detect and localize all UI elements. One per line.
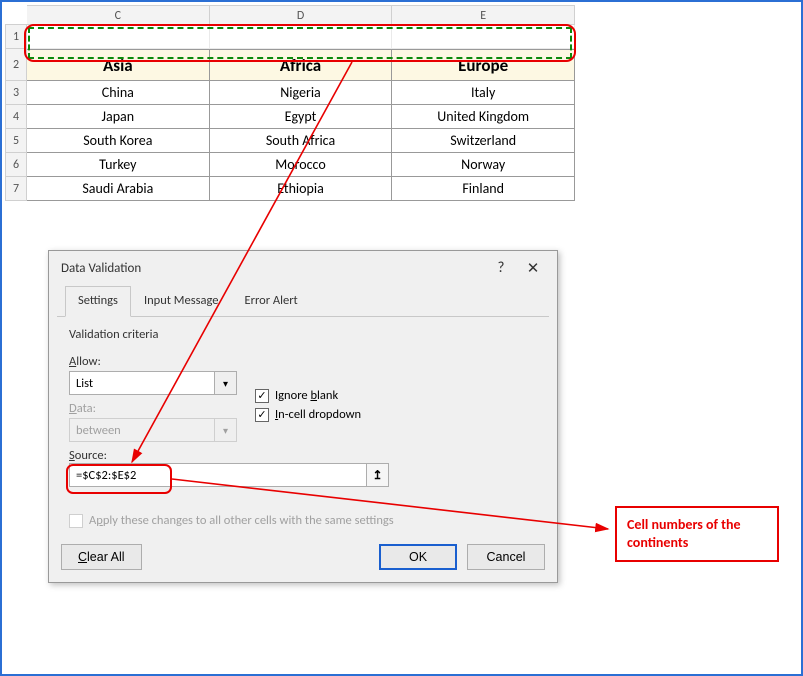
row-number[interactable]: 5 [5,129,27,153]
cell[interactable]: Ethiopia [210,177,393,201]
data-label: Data: [69,401,237,416]
row-number[interactable]: 1 [5,25,27,49]
cell[interactable]: Nigeria [210,81,393,105]
ignore-blank-label: Ignore blank [275,388,338,403]
table-row: 7 Saudi Arabia Ethiopia Finland [5,177,575,201]
apply-all-checkbox: Apply these changes to all other cells w… [69,513,537,528]
dialog-body: Validation criteria Allow: List ▾ Data: … [49,317,557,536]
ignore-blank-checkbox[interactable]: ✓ Ignore blank [255,388,361,403]
data-combobox: between ▾ [69,418,237,442]
checkbox-icon [69,514,83,528]
allow-value: List [70,376,214,391]
screenshot-canvas: C D E 1 2 Asia Africa Europe 3 China [0,0,803,676]
data-validation-dialog: Data Validation ? ✕ Settings Input Messa… [48,250,558,583]
dialog-tabs: Settings Input Message Error Alert [57,285,549,317]
cell[interactable]: China [27,81,210,105]
source-field[interactable]: ↥ [69,463,389,487]
checkbox-icon: ✓ [255,389,269,403]
cell[interactable] [392,25,575,49]
source-label: Source: [69,448,107,463]
allow-combobox[interactable]: List ▾ [69,371,237,395]
rows: 1 2 Asia Africa Europe 3 China Nigeria I… [5,25,575,201]
table-row: 1 [5,25,575,49]
cell[interactable]: Turkey [27,153,210,177]
spreadsheet: C D E 1 2 Asia Africa Europe 3 China [5,5,575,201]
close-button[interactable]: ✕ [517,255,549,281]
cell[interactable]: Japan [27,105,210,129]
cell-header-europe[interactable]: Europe [392,49,575,81]
ok-button[interactable]: OK [379,544,457,570]
help-button[interactable]: ? [485,255,517,281]
allow-label: Allow: [69,354,237,369]
cell[interactable]: United Kingdom [392,105,575,129]
col-head-c[interactable]: C [27,5,210,25]
table-row: 5 South Korea South Africa Switzerland [5,129,575,153]
table-row: 4 Japan Egypt United Kingdom [5,105,575,129]
cell[interactable]: South Africa [210,129,393,153]
cell[interactable] [210,25,393,49]
cell[interactable]: South Korea [27,129,210,153]
dialog-title: Data Validation [61,261,485,276]
source-input[interactable] [70,468,366,483]
dialog-footer: Clear All OK Cancel [49,536,557,582]
cell[interactable]: Norway [392,153,575,177]
cancel-button[interactable]: Cancel [467,544,545,570]
apply-all-label: Apply these changes to all other cells w… [89,513,394,528]
chevron-down-icon[interactable]: ▾ [214,372,236,394]
row-number[interactable]: 2 [5,49,27,81]
cell[interactable]: Saudi Arabia [27,177,210,201]
cell[interactable] [27,25,210,49]
tab-settings[interactable]: Settings [65,286,131,317]
row-number[interactable]: 7 [5,177,27,201]
data-value: between [70,423,214,438]
row-number[interactable]: 4 [5,105,27,129]
cell-header-africa[interactable]: Africa [210,49,393,81]
col-head-e[interactable]: E [392,5,575,25]
incell-dropdown-checkbox[interactable]: ✓ In-cell dropdown [255,407,361,422]
cell-header-asia[interactable]: Asia [27,49,210,81]
clear-all-button[interactable]: Clear All [61,544,142,570]
chevron-down-icon: ▾ [214,419,236,441]
tab-error-alert[interactable]: Error Alert [231,286,310,317]
cell[interactable]: Switzerland [392,129,575,153]
dialog-titlebar[interactable]: Data Validation ? ✕ [49,251,557,285]
table-row: 2 Asia Africa Europe [5,49,575,81]
corner-cell [5,5,27,25]
checkbox-icon: ✓ [255,408,269,422]
incell-dropdown-label: In-cell dropdown [275,407,361,422]
cell[interactable]: Italy [392,81,575,105]
col-head-d[interactable]: D [210,5,393,25]
cell[interactable]: Morocco [210,153,393,177]
cell[interactable]: Egypt [210,105,393,129]
cell[interactable]: Finland [392,177,575,201]
column-headers: C D E [5,5,575,25]
annotation-callout: Cell numbers of the continents [615,506,779,562]
range-select-icon[interactable]: ↥ [366,464,388,486]
table-row: 6 Turkey Morocco Norway [5,153,575,177]
table-row: 3 China Nigeria Italy [5,81,575,105]
tab-input-message[interactable]: Input Message [131,286,232,317]
validation-criteria-label: Validation criteria [69,327,537,342]
row-number[interactable]: 3 [5,81,27,105]
row-number[interactable]: 6 [5,153,27,177]
